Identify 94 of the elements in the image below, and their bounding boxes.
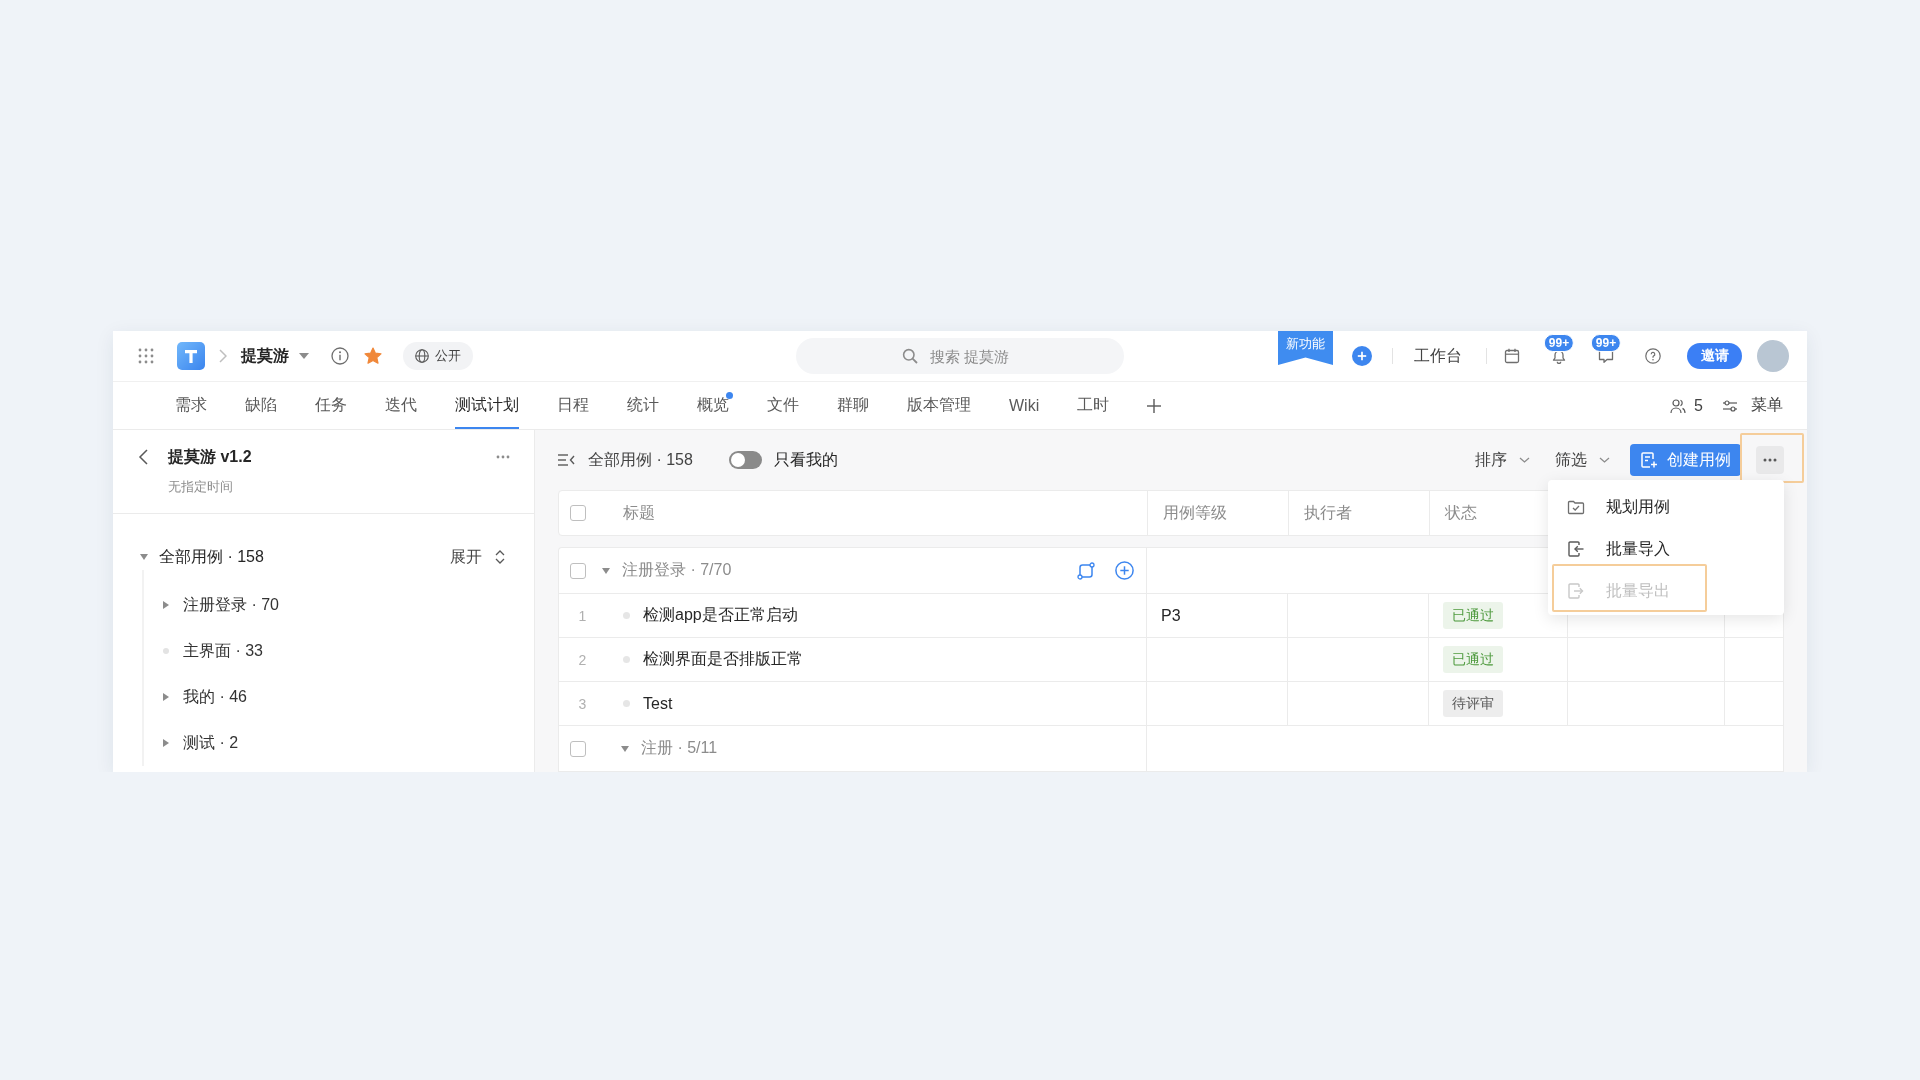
column-header: 用例等级 (1163, 502, 1227, 523)
column-header: 状态 (1445, 502, 1477, 523)
caret-down-icon (299, 353, 309, 359)
star-icon[interactable] (364, 347, 382, 365)
tab[interactable]: 日程 (557, 382, 589, 429)
plan-title: 提莫游 v1.2 (168, 447, 252, 467)
create-case-button[interactable]: 创建用例 (1630, 444, 1741, 476)
row-number: 3 (578, 695, 587, 712)
notification-badge: 99+ (1590, 334, 1622, 352)
add-circle-icon[interactable] (1115, 561, 1134, 580)
caret-right-icon[interactable] (163, 601, 169, 609)
caret-right-icon[interactable] (163, 693, 169, 701)
sort-button[interactable]: 排序 (1475, 449, 1530, 471)
tab[interactable]: 任务 (315, 382, 347, 429)
column-header: 执行者 (1304, 502, 1352, 523)
column-header: 标题 (623, 502, 655, 523)
tab[interactable]: 工时 (1077, 382, 1110, 429)
chevron-down-icon (1599, 457, 1610, 463)
tab[interactable]: 统计 (627, 382, 659, 429)
scope-label: 全部用例 · 158 (588, 449, 693, 470)
invite-button[interactable]: 邀请 (1687, 343, 1742, 369)
back-icon[interactable] (138, 449, 148, 465)
case-title[interactable]: Test (643, 694, 673, 713)
checkbox[interactable] (570, 562, 586, 579)
more-icon (1763, 458, 1777, 462)
collapse-sidebar-icon[interactable] (558, 454, 575, 466)
tree-item[interactable]: 注册登录 · 70 (163, 594, 279, 616)
more-button[interactable] (1756, 446, 1784, 474)
menu-item[interactable]: 批量导入 (1548, 534, 1784, 564)
globe-icon (415, 349, 429, 363)
row-number: 2 (578, 651, 587, 668)
sliders-icon (1722, 397, 1738, 414)
status-tag[interactable]: 待评审 (1443, 690, 1503, 717)
tab[interactable]: 概览 (697, 382, 729, 429)
caret-down-icon[interactable] (602, 567, 610, 574)
checkbox[interactable] (570, 505, 586, 521)
add-tab-icon[interactable] (1147, 398, 1162, 413)
logo-icon[interactable] (177, 342, 205, 370)
bullet-dot-icon (623, 656, 630, 663)
filter-button[interactable]: 筛选 (1555, 449, 1610, 471)
group-title[interactable]: 注册登录 · 7/70 (622, 560, 732, 581)
caret-down-icon[interactable] (621, 745, 629, 752)
tab[interactable]: 文件 (767, 382, 799, 429)
expand-button[interactable]: 展开 (450, 546, 505, 568)
tree-item[interactable]: 我的 · 46 (163, 686, 247, 708)
workbench-button[interactable]: 工作台 (1414, 345, 1462, 367)
info-icon[interactable] (331, 347, 349, 365)
case-title[interactable]: 检测界面是否排版正常 (643, 649, 803, 670)
calendar-icon[interactable] (1504, 348, 1520, 364)
document-arrow-in-icon (1567, 540, 1585, 558)
chevron-down-icon (1519, 457, 1530, 463)
visibility-button[interactable]: 公开 (403, 342, 473, 370)
tree-item[interactable]: 主界面 · 33 (163, 640, 263, 662)
leaf-dot-icon (163, 648, 169, 654)
project-switcher[interactable]: 提莫游 (241, 345, 309, 367)
bullet-dot-icon (623, 612, 630, 619)
document-arrow-out-icon (1567, 582, 1585, 600)
members-icon (1670, 397, 1687, 414)
group-title[interactable]: 注册 · 5/11 (641, 738, 718, 759)
toggle-switch[interactable] (728, 451, 762, 469)
tab[interactable]: 群聊 (837, 382, 869, 429)
apps-grid-icon[interactable] (138, 348, 154, 364)
search-icon (902, 348, 918, 364)
tab[interactable]: 版本管理 (907, 382, 971, 429)
toggle-label: 只看我的 (773, 449, 838, 470)
members-button[interactable]: 5 (1670, 382, 1703, 429)
plan-subtitle: 无指定时间 (168, 479, 233, 495)
tab[interactable]: 需求 (175, 382, 207, 429)
tab[interactable]: Wiki (1009, 382, 1040, 429)
avatar[interactable] (1757, 340, 1789, 372)
menu-item[interactable]: 规划用例 (1548, 492, 1784, 522)
folder-check-icon (1567, 498, 1585, 516)
priority-text: P3 (1161, 606, 1181, 625)
tree-item[interactable]: 测试 · 2 (163, 732, 239, 754)
tab[interactable]: 迭代 (385, 382, 417, 429)
row-number: 1 (578, 607, 587, 624)
help-icon[interactable] (1645, 348, 1661, 364)
add-icon[interactable] (1352, 346, 1372, 366)
caret-right-icon[interactable] (163, 739, 169, 747)
search-field[interactable]: 搜索 提莫游 (796, 338, 1124, 374)
up-down-chevron-icon (495, 550, 505, 564)
chevron-right-icon (219, 349, 227, 363)
node-square-icon[interactable] (1077, 561, 1095, 580)
caret-down-icon[interactable] (140, 554, 148, 560)
tree-item[interactable]: 全部用例 · 158 (140, 546, 264, 568)
case-title[interactable]: 检测app是否正常启动 (643, 605, 798, 626)
more-icon[interactable] (496, 455, 510, 459)
notification-badge: 99+ (1543, 334, 1575, 352)
bullet-dot-icon (623, 700, 630, 707)
tab[interactable]: 缺陷 (245, 382, 277, 429)
checkbox[interactable] (570, 740, 586, 757)
menu-button[interactable]: 菜单 (1722, 382, 1783, 429)
document-plus-icon (1640, 451, 1658, 469)
tab[interactable]: 测试计划 (455, 382, 519, 429)
